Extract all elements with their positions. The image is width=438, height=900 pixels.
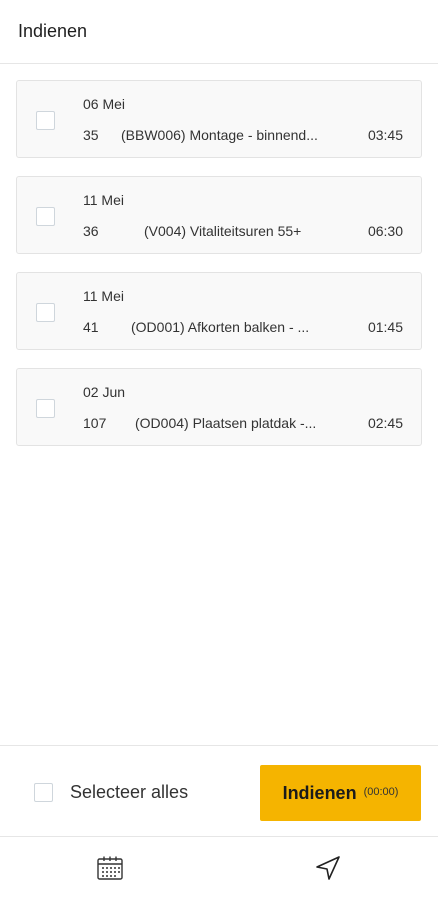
entry-duration: 02:45 [367,415,403,431]
list-item[interactable]: 11 Mei 36 (V004) Vitaliteitsuren 55+ 06:… [16,176,422,254]
entry-description: (OD001) Afkorten balken - ... [131,319,310,335]
list-item[interactable]: 11 Mei 41 (OD001) Afkorten balken - ... … [16,272,422,350]
entry-duration: 01:45 [367,319,403,335]
list-item[interactable]: 02 Jun 107 (OD004) Plaatsen platdak -...… [16,368,422,446]
entry-checkbox[interactable] [36,207,55,226]
entry-description: (OD004) Plaatsen platdak -... [135,415,317,431]
entry-checkbox[interactable] [36,111,55,130]
entry-checkbox[interactable] [36,303,55,322]
submit-bar: Selecteer alles Indienen (00:00) [0,745,438,837]
entry-list: 06 Mei 35 (BBW006) Montage - binnend... … [16,80,422,464]
submit-button-label: Indienen [282,782,357,803]
page-header: Indienen [0,0,438,64]
entry-duration: 03:45 [367,127,403,143]
calendar-icon[interactable] [94,852,126,884]
entry-number: 36 [83,223,99,239]
entry-description: (BBW006) Montage - binnend... [121,127,318,143]
list-item[interactable]: 06 Mei 35 (BBW006) Montage - binnend... … [16,80,422,158]
entry-date: 02 Jun [83,384,126,400]
select-all-label[interactable]: Selecteer alles [70,782,188,803]
entry-number: 107 [83,415,107,431]
entry-date: 11 Mei [83,288,124,304]
entry-duration: 06:30 [367,223,403,239]
send-icon[interactable] [312,852,344,884]
entry-checkbox[interactable] [36,399,55,418]
entry-description: (V004) Vitaliteitsuren 55+ [144,223,302,239]
submit-button[interactable]: Indienen (00:00) [260,765,421,821]
select-all-checkbox[interactable] [34,783,53,802]
entry-date: 11 Mei [83,192,124,208]
entry-number: 35 [83,127,99,143]
page-title: Indienen [18,21,88,41]
entry-date: 06 Mei [83,96,126,112]
submit-total-time: (00:00) [363,786,399,798]
entry-number: 41 [83,319,99,335]
bottom-navigation [0,838,438,900]
